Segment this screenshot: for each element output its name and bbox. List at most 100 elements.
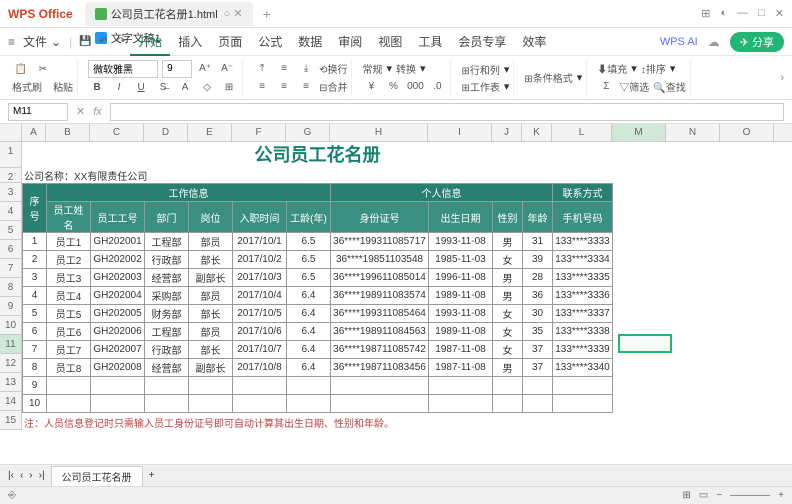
comma-icon[interactable]: 000 (406, 78, 424, 94)
paste-button[interactable]: 粘贴 (53, 79, 73, 94)
wrap-button[interactable]: ⟲换行 (319, 61, 347, 76)
undo-icon[interactable]: ↶ (94, 34, 112, 50)
menu-item[interactable]: 效率 (514, 35, 554, 49)
row-header[interactable]: 13 (0, 373, 22, 392)
name-box[interactable] (8, 103, 68, 121)
sheet-tab[interactable]: 公司员工花名册 (51, 466, 143, 486)
row-header[interactable]: 12 (0, 354, 22, 373)
redo-icon[interactable]: ↷ (112, 34, 130, 50)
first-sheet-icon[interactable]: |‹ (8, 470, 14, 481)
cancel-fx-icon[interactable]: ✕ (76, 105, 85, 118)
row-header[interactable]: 9 (0, 297, 22, 316)
bold-icon[interactable]: B (88, 80, 106, 96)
table-row[interactable]: 7员工7GH202007行政部部长2017/10/76.436****19871… (23, 341, 613, 359)
menu-item[interactable]: 页面 (210, 35, 250, 49)
row-header[interactable]: 5 (0, 221, 22, 240)
italic-icon[interactable]: I (110, 80, 128, 96)
col-header[interactable]: N (666, 124, 720, 141)
menu-item[interactable]: 公式 (250, 35, 290, 49)
underline-icon[interactable]: U (132, 80, 150, 96)
increase-font-icon[interactable]: A⁺ (196, 61, 214, 77)
font-color-icon[interactable]: A (176, 80, 194, 96)
col-header[interactable]: E (188, 124, 232, 141)
menu-item[interactable]: 数据 (290, 35, 330, 49)
percent-icon[interactable]: % (384, 78, 402, 94)
number-format-select[interactable]: 常规 (362, 61, 382, 76)
filter-button[interactable]: ▽筛选 (619, 79, 649, 94)
menu-item[interactable]: 工具 (410, 35, 450, 49)
row-header[interactable]: 11 (0, 335, 22, 354)
worksheet-button[interactable]: ⊞工作表 (461, 79, 499, 94)
file-menu[interactable]: 文件 (23, 33, 47, 50)
table-row[interactable]: 4员工4GH202004采购部部员2017/10/46.436****19891… (23, 287, 613, 305)
align-top-icon[interactable]: ⤒ (253, 61, 271, 77)
align-center-icon[interactable]: ≡ (275, 79, 293, 95)
menu-item[interactable]: 审阅 (330, 35, 370, 49)
zoom-slider[interactable]: ———— (730, 490, 770, 501)
align-right-icon[interactable]: ≡ (297, 79, 315, 95)
row-header[interactable]: 14 (0, 392, 22, 411)
currency-icon[interactable]: ¥ (362, 78, 380, 94)
cond-format-button[interactable]: ⊞条件格式 (524, 70, 572, 85)
fx-icon[interactable]: fx (93, 106, 102, 118)
minimize-icon[interactable]: — (737, 7, 748, 20)
menu-item[interactable]: 会员专享 (450, 35, 514, 49)
font-size-select[interactable] (162, 60, 192, 78)
data-table[interactable]: 序号工作信息个人信息联系方式员工姓名员工工号部门岗位入职时间工龄(年)身份证号出… (22, 183, 613, 413)
fill-button[interactable]: ⬇填充 (597, 61, 627, 76)
sort-button[interactable]: ↕排序 (641, 61, 666, 76)
table-row[interactable]: 2员工2GH202002行政部部长2017/10/26.536****19851… (23, 251, 613, 269)
cut-icon[interactable]: ✂ (34, 61, 52, 77)
last-sheet-icon[interactable]: ›| (39, 470, 45, 481)
align-bottom-icon[interactable]: ⤓ (297, 61, 315, 77)
ribbon-expand-icon[interactable]: › (780, 72, 784, 84)
menu-item[interactable]: 插入 (170, 35, 210, 49)
new-tab-button[interactable]: + (263, 6, 271, 22)
decrease-font-icon[interactable]: A⁻ (218, 61, 236, 77)
menu-item[interactable]: 视图 (370, 35, 410, 49)
row-header[interactable]: 7 (0, 259, 22, 278)
share-button[interactable]: ✈ 分享 (730, 32, 784, 52)
spreadsheet-area[interactable]: ABCDEFGHIJKLMNO 123456789101112131415 公司… (0, 124, 792, 464)
next-sheet-icon[interactable]: › (29, 470, 32, 481)
row-header[interactable]: 6 (0, 240, 22, 259)
col-header[interactable]: D (144, 124, 188, 141)
row-header[interactable]: 3 (0, 183, 22, 202)
skin-icon[interactable]: ◐ (720, 7, 727, 20)
row-header[interactable]: 2 (0, 168, 22, 183)
convert-button[interactable]: 转换 (396, 61, 416, 76)
col-header[interactable]: H (330, 124, 428, 141)
align-middle-icon[interactable]: ≡ (275, 61, 293, 77)
add-sheet-icon[interactable]: + (149, 470, 155, 481)
table-row[interactable]: 8员工8GH202008经营部副部长2017/10/86.436****1987… (23, 359, 613, 377)
row-col-button[interactable]: ⊞行和列 (461, 62, 499, 77)
formula-bar[interactable] (110, 103, 784, 121)
align-left-icon[interactable]: ≡ (253, 79, 271, 95)
menu-icon[interactable]: ⊞ (701, 7, 710, 20)
col-header[interactable]: F (232, 124, 286, 141)
col-header[interactable]: K (522, 124, 552, 141)
table-row[interactable]: 3员工3GH202003经营部副部长2017/10/36.536****1996… (23, 269, 613, 287)
document-tab[interactable]: 公司员工花名册1.html ○ ✕ (85, 2, 253, 26)
col-header[interactable]: A (22, 124, 46, 141)
border-icon[interactable]: ⊞ (220, 80, 238, 96)
prev-sheet-icon[interactable]: ‹ (20, 470, 23, 481)
font-select[interactable] (88, 60, 158, 78)
maximize-icon[interactable]: □ (758, 7, 765, 20)
wps-ai-button[interactable]: WPS AI (660, 36, 698, 48)
format-brush-button[interactable]: 格式刷 (12, 79, 42, 94)
hamburger-icon[interactable]: ≡ (8, 35, 15, 49)
view-normal-icon[interactable]: ⊞ (682, 490, 690, 501)
row-header[interactable]: 15 (0, 411, 22, 430)
strike-icon[interactable]: S̶ (154, 80, 172, 96)
save-icon[interactable]: 💾 (76, 34, 94, 50)
col-header[interactable]: G (286, 124, 330, 141)
col-header[interactable]: C (90, 124, 144, 141)
table-row[interactable]: 6员工6GH202006工程部部员2017/10/66.436****19891… (23, 323, 613, 341)
col-header[interactable]: J (492, 124, 522, 141)
decimal-inc-icon[interactable]: .0 (428, 78, 446, 94)
row-header[interactable]: 8 (0, 278, 22, 297)
table-row[interactable]: 5员工5GH202005财务部部长2017/10/56.436****19931… (23, 305, 613, 323)
merge-button[interactable]: ⊟合并 (319, 79, 347, 94)
file-menu-chevron[interactable]: ⌄ (51, 35, 61, 49)
